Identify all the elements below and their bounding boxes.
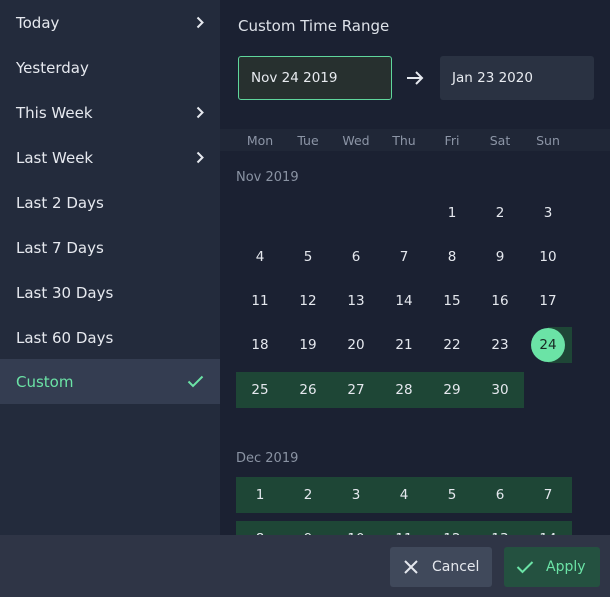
- calendar-day[interactable]: 6: [332, 239, 380, 275]
- month-label: Dec 2019: [236, 451, 299, 466]
- calendar-day[interactable]: 2: [284, 477, 332, 513]
- calendar-day[interactable]: 16: [476, 283, 524, 319]
- preset-label: Custom: [16, 372, 74, 391]
- dialog-footer: Cancel Apply: [0, 535, 610, 597]
- apply-button[interactable]: Apply: [504, 547, 600, 587]
- calendar-day[interactable]: 25: [236, 372, 284, 408]
- calendar-day[interactable]: 30: [476, 372, 524, 408]
- preset-last-60-days[interactable]: Last 60 Days: [0, 315, 220, 360]
- calendar-day[interactable]: 23: [476, 327, 524, 363]
- calendar-day-range-start[interactable]: 24: [524, 327, 572, 363]
- preset-last-30-days[interactable]: Last 30 Days: [0, 270, 220, 315]
- calendar-day[interactable]: 27: [332, 372, 380, 408]
- calendar-day[interactable]: 20: [332, 327, 380, 363]
- calendar-day[interactable]: 13: [332, 283, 380, 319]
- calendar-day[interactable]: 12: [284, 283, 332, 319]
- arrow-right-icon: [405, 68, 425, 88]
- preset-last-2-days[interactable]: Last 2 Days: [0, 180, 220, 225]
- calendar-day[interactable]: 1: [428, 195, 476, 231]
- calendar-day[interactable]: 12: [428, 521, 476, 535]
- range-title: Custom Time Range: [238, 17, 390, 35]
- calendar-day[interactable]: 26: [284, 372, 332, 408]
- preset-label: Last 60 Days: [16, 328, 114, 347]
- weekday-label: Mon: [246, 133, 274, 148]
- calendar-day[interactable]: 5: [284, 239, 332, 275]
- start-date-input[interactable]: Nov 24 2019: [238, 56, 392, 100]
- preset-sidebar: Today Yesterday This Week Last Week Last…: [0, 0, 220, 535]
- weekday-label: Wed: [342, 133, 370, 148]
- cancel-button[interactable]: Cancel: [390, 547, 492, 587]
- calendar-day[interactable]: 10: [524, 239, 572, 275]
- calendar-day[interactable]: 4: [236, 239, 284, 275]
- preset-last-7-days[interactable]: Last 7 Days: [0, 225, 220, 270]
- chevron-right-icon: [195, 16, 204, 30]
- calendar-day[interactable]: 9: [476, 239, 524, 275]
- preset-label: Today: [16, 13, 60, 32]
- calendar-day[interactable]: 19: [284, 327, 332, 363]
- chevron-right-icon: [195, 151, 204, 165]
- month-label: Nov 2019: [236, 170, 299, 185]
- weekday-header: Mon Tue Wed Thu Fri Sat Sun: [220, 129, 610, 151]
- preset-label: Last Week: [16, 148, 94, 167]
- calendar-day[interactable]: 22: [428, 327, 476, 363]
- preset-label: Yesterday: [16, 58, 89, 77]
- calendar-day[interactable]: 6: [476, 477, 524, 513]
- calendar-day[interactable]: 15: [428, 283, 476, 319]
- preset-today[interactable]: Today: [0, 0, 220, 45]
- calendar-day[interactable]: 8: [236, 521, 284, 535]
- calendar-day[interactable]: 14: [380, 283, 428, 319]
- calendar-day[interactable]: 9: [284, 521, 332, 535]
- calendar-day[interactable]: 4: [380, 477, 428, 513]
- check-icon: [186, 375, 204, 389]
- calendar-day[interactable]: 7: [380, 239, 428, 275]
- preset-last-week[interactable]: Last Week: [0, 135, 220, 180]
- calendar-day[interactable]: 17: [524, 283, 572, 319]
- preset-label: Last 2 Days: [16, 193, 104, 212]
- preset-label: This Week: [16, 103, 93, 122]
- calendar-day[interactable]: 3: [524, 195, 572, 231]
- preset-custom[interactable]: Custom: [0, 359, 220, 404]
- calendar-day[interactable]: 2: [476, 195, 524, 231]
- weekday-label: Thu: [392, 133, 416, 148]
- preset-this-week[interactable]: This Week: [0, 90, 220, 135]
- selected-day-marker: 24: [531, 328, 565, 362]
- weekday-label: Tue: [297, 133, 319, 148]
- calendar-day[interactable]: 7: [524, 477, 572, 513]
- weekday-label: Sat: [489, 133, 511, 148]
- calendar-day[interactable]: 11: [380, 521, 428, 535]
- calendar-day[interactable]: 18: [236, 327, 284, 363]
- calendar-day[interactable]: 29: [428, 372, 476, 408]
- calendar-panel: Custom Time Range Nov 24 2019 Jan 23 202…: [220, 0, 610, 535]
- calendar-day[interactable]: 11: [236, 283, 284, 319]
- calendar-day[interactable]: 5: [428, 477, 476, 513]
- close-icon: [402, 558, 420, 576]
- calendar-day[interactable]: 28: [380, 372, 428, 408]
- weekday-label: Sun: [536, 133, 560, 148]
- cancel-label: Cancel: [432, 559, 480, 575]
- preset-yesterday[interactable]: Yesterday: [0, 45, 220, 90]
- calendar-day[interactable]: 10: [332, 521, 380, 535]
- chevron-right-icon: [195, 106, 204, 120]
- calendar-day[interactable]: 14: [524, 521, 572, 535]
- check-icon: [516, 558, 534, 576]
- weekday-label: Fri: [444, 133, 460, 148]
- preset-label: Last 7 Days: [16, 238, 104, 257]
- calendar-day[interactable]: 21: [380, 327, 428, 363]
- calendar-day[interactable]: 3: [332, 477, 380, 513]
- calendar-day[interactable]: 13: [476, 521, 524, 535]
- preset-label: Last 30 Days: [16, 283, 114, 302]
- apply-label: Apply: [546, 559, 586, 575]
- calendar-day[interactable]: 1: [236, 477, 284, 513]
- calendar-day[interactable]: 8: [428, 239, 476, 275]
- end-date-input[interactable]: Jan 23 2020: [440, 56, 594, 100]
